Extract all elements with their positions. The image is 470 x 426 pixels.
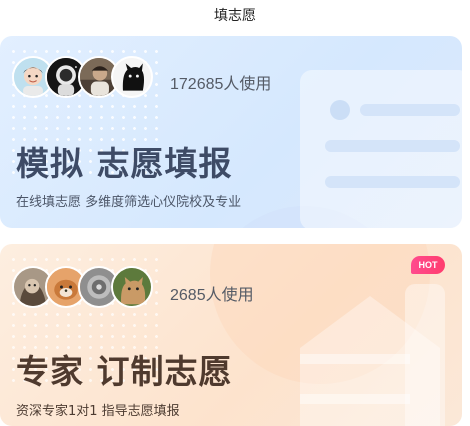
user-avatars [12,266,153,308]
usage-count: 172685人使用 [170,76,272,93]
decor-pencil [405,284,445,426]
simulate-fill-card[interactable]: 172685人使用 模拟 志愿填报 在线填志愿 多维度筛选心仪院校及专业 [0,36,462,228]
card-subtitle: 资深专家1对1 指导志愿填报 [16,404,180,419]
decor-bar [300,394,410,404]
card-title: 专家 订制志愿 [16,352,233,391]
decor-bar [300,354,410,364]
decor-line [360,104,460,116]
decor-dot [330,100,350,120]
kitten-photo-avatar [111,266,153,308]
usage-count: 2685人使用 [170,287,254,304]
page-title: 填志愿 [214,8,256,24]
hot-badge: HOT [411,256,445,274]
card-subtitle: 在线填志愿 多维度筛选心仪院校及专业 [16,195,242,210]
user-avatars [12,56,153,98]
decor-line [325,140,460,152]
black-cat-avatar [111,56,153,98]
expert-custom-card[interactable]: HOT 2685人使用 专家 订制志愿 资深专家1对1 指导志愿填报 [0,244,462,426]
decor-line [325,176,460,188]
card-title: 模拟 志愿填报 [16,144,233,183]
